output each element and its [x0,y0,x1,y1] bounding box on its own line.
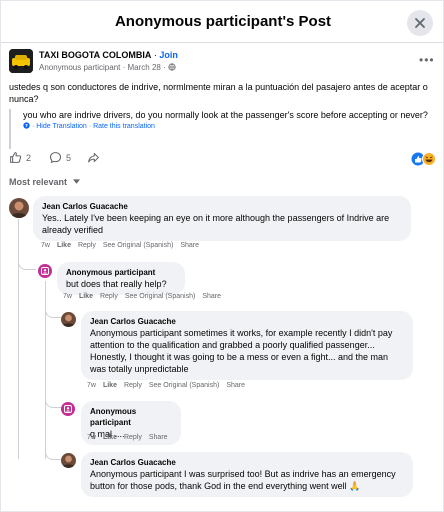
comment-author[interactable]: Anonymous participant [66,267,176,278]
translated-text: you who are indrive drivers, do you norm… [23,110,428,120]
see-original-button[interactable]: See Original (Spanish) [149,382,219,389]
post-header: TAXI BOGOTA COLOMBIA · Join Anonymous pa… [9,49,439,79]
more-icon: ••• [419,53,435,67]
comment-actions: 7w Like Reply See Original (Spanish) Share [87,382,252,389]
translation-links: · Hide Translation · Rate this translati… [23,122,437,130]
comment-text: Anonymous participant I was surprised to… [90,469,396,491]
comment-text: Anonymous participant sometimes it works… [90,328,393,374]
post-meta: Anonymous participant · March 28 · [39,63,176,72]
share-action[interactable] [87,151,100,164]
avatar[interactable] [61,312,76,327]
comment-actions: 7w Like Reply See Original (Spanish) Share [41,242,206,249]
comment-icon [49,152,62,164]
share-icon [88,152,99,163]
group-name[interactable]: TAXI BOGOTA COLOMBIA [39,50,151,60]
haha-reaction-icon [422,152,436,166]
post-actions-bar: 2 5 [9,151,437,167]
post-text: ustedes q son conductores de indrive, no… [9,82,428,104]
anonymous-icon [64,405,72,413]
globe-icon [168,63,176,71]
post-date[interactable]: March 28 [128,63,161,72]
translation-block: you who are indrive drivers, do you norm… [9,109,437,149]
comment-time[interactable]: 7w [87,434,96,441]
comment-actions: 7w Like Reply See Original (Spanish) Share [63,293,228,300]
comment-author[interactable]: Jean Carlos Guacache [90,316,404,327]
hide-translation-link[interactable]: Hide Translation [36,123,87,130]
join-button[interactable]: Join [159,50,178,60]
comment-author[interactable]: Anonymous participant [90,406,172,428]
comment-text: but does that really help? [66,279,167,289]
dialog-title: Anonymous participant's Post [114,13,332,30]
like-button[interactable]: Like [57,242,71,249]
caret-down-icon [72,179,80,184]
thread-line [18,219,19,459]
like-button[interactable]: Like [103,434,117,441]
reply-button[interactable]: Reply [78,242,96,249]
post-author[interactable]: Anonymous participant [39,63,120,72]
comment-text: Yes.. Lately I've been keeping an eye on… [42,213,390,235]
close-button[interactable] [407,10,433,36]
comment-bubble: Anonymous participant but does that real… [57,262,185,295]
group-name-line: TAXI BOGOTA COLOMBIA · Join [39,50,178,60]
share-button[interactable]: Share [149,434,168,441]
comment-action[interactable]: 5 [49,151,71,164]
comment-actions: 7w Like Reply Share [87,434,175,441]
comment-time[interactable]: 7w [41,242,50,249]
share-button[interactable]: Share [202,293,221,300]
like-icon [10,152,22,163]
see-original-button[interactable]: See Original (Spanish) [125,293,195,300]
comment-bubble: Jean Carlos Guacache Anonymous participa… [81,311,413,380]
comment-bubble: Jean Carlos Guacache Yes.. Lately I've b… [33,196,411,241]
thread-connector [45,397,61,408]
thread-connector [45,449,61,460]
sort-label: Most relevant [9,177,68,187]
reactions-summary[interactable] [411,152,437,166]
comment-count: 5 [66,152,72,163]
comment-time[interactable]: 7w [87,382,96,389]
share-button[interactable]: Share [226,382,245,389]
share-button[interactable]: Share [180,242,199,249]
close-icon [415,18,425,28]
dialog-header: Anonymous participant's Post [1,1,444,43]
like-button[interactable]: Like [103,382,117,389]
see-original-button[interactable]: See Original (Spanish) [103,242,173,249]
translate-icon [23,122,30,129]
reply-button[interactable]: Reply [100,293,118,300]
avatar[interactable] [61,453,76,468]
thread-connector [45,307,61,318]
comment-bubble: Jean Carlos Guacache Anonymous participa… [81,452,413,497]
comment-author[interactable]: Jean Carlos Guacache [90,457,404,468]
post-dialog: Anonymous participant's Post TAXI BOGOTA… [0,0,444,512]
anonymous-avatar[interactable] [61,402,75,416]
more-options-button[interactable]: ••• [419,53,435,67]
comment-sort-button[interactable]: Most relevant [9,177,80,187]
thread-connector [18,259,36,270]
reply-button[interactable]: Reply [124,382,142,389]
like-action[interactable]: 2 [9,151,31,164]
anonymous-icon [41,267,49,275]
like-count: 2 [26,152,32,163]
anonymous-avatar[interactable] [38,264,52,278]
comment-author[interactable]: Jean Carlos Guacache [42,201,402,212]
like-button[interactable]: Like [79,293,93,300]
comment-time[interactable]: 7w [63,293,72,300]
avatar[interactable] [9,198,29,218]
group-avatar[interactable] [9,49,33,73]
rate-translation-link[interactable]: Rate this translation [93,123,155,130]
reply-button[interactable]: Reply [124,434,142,441]
